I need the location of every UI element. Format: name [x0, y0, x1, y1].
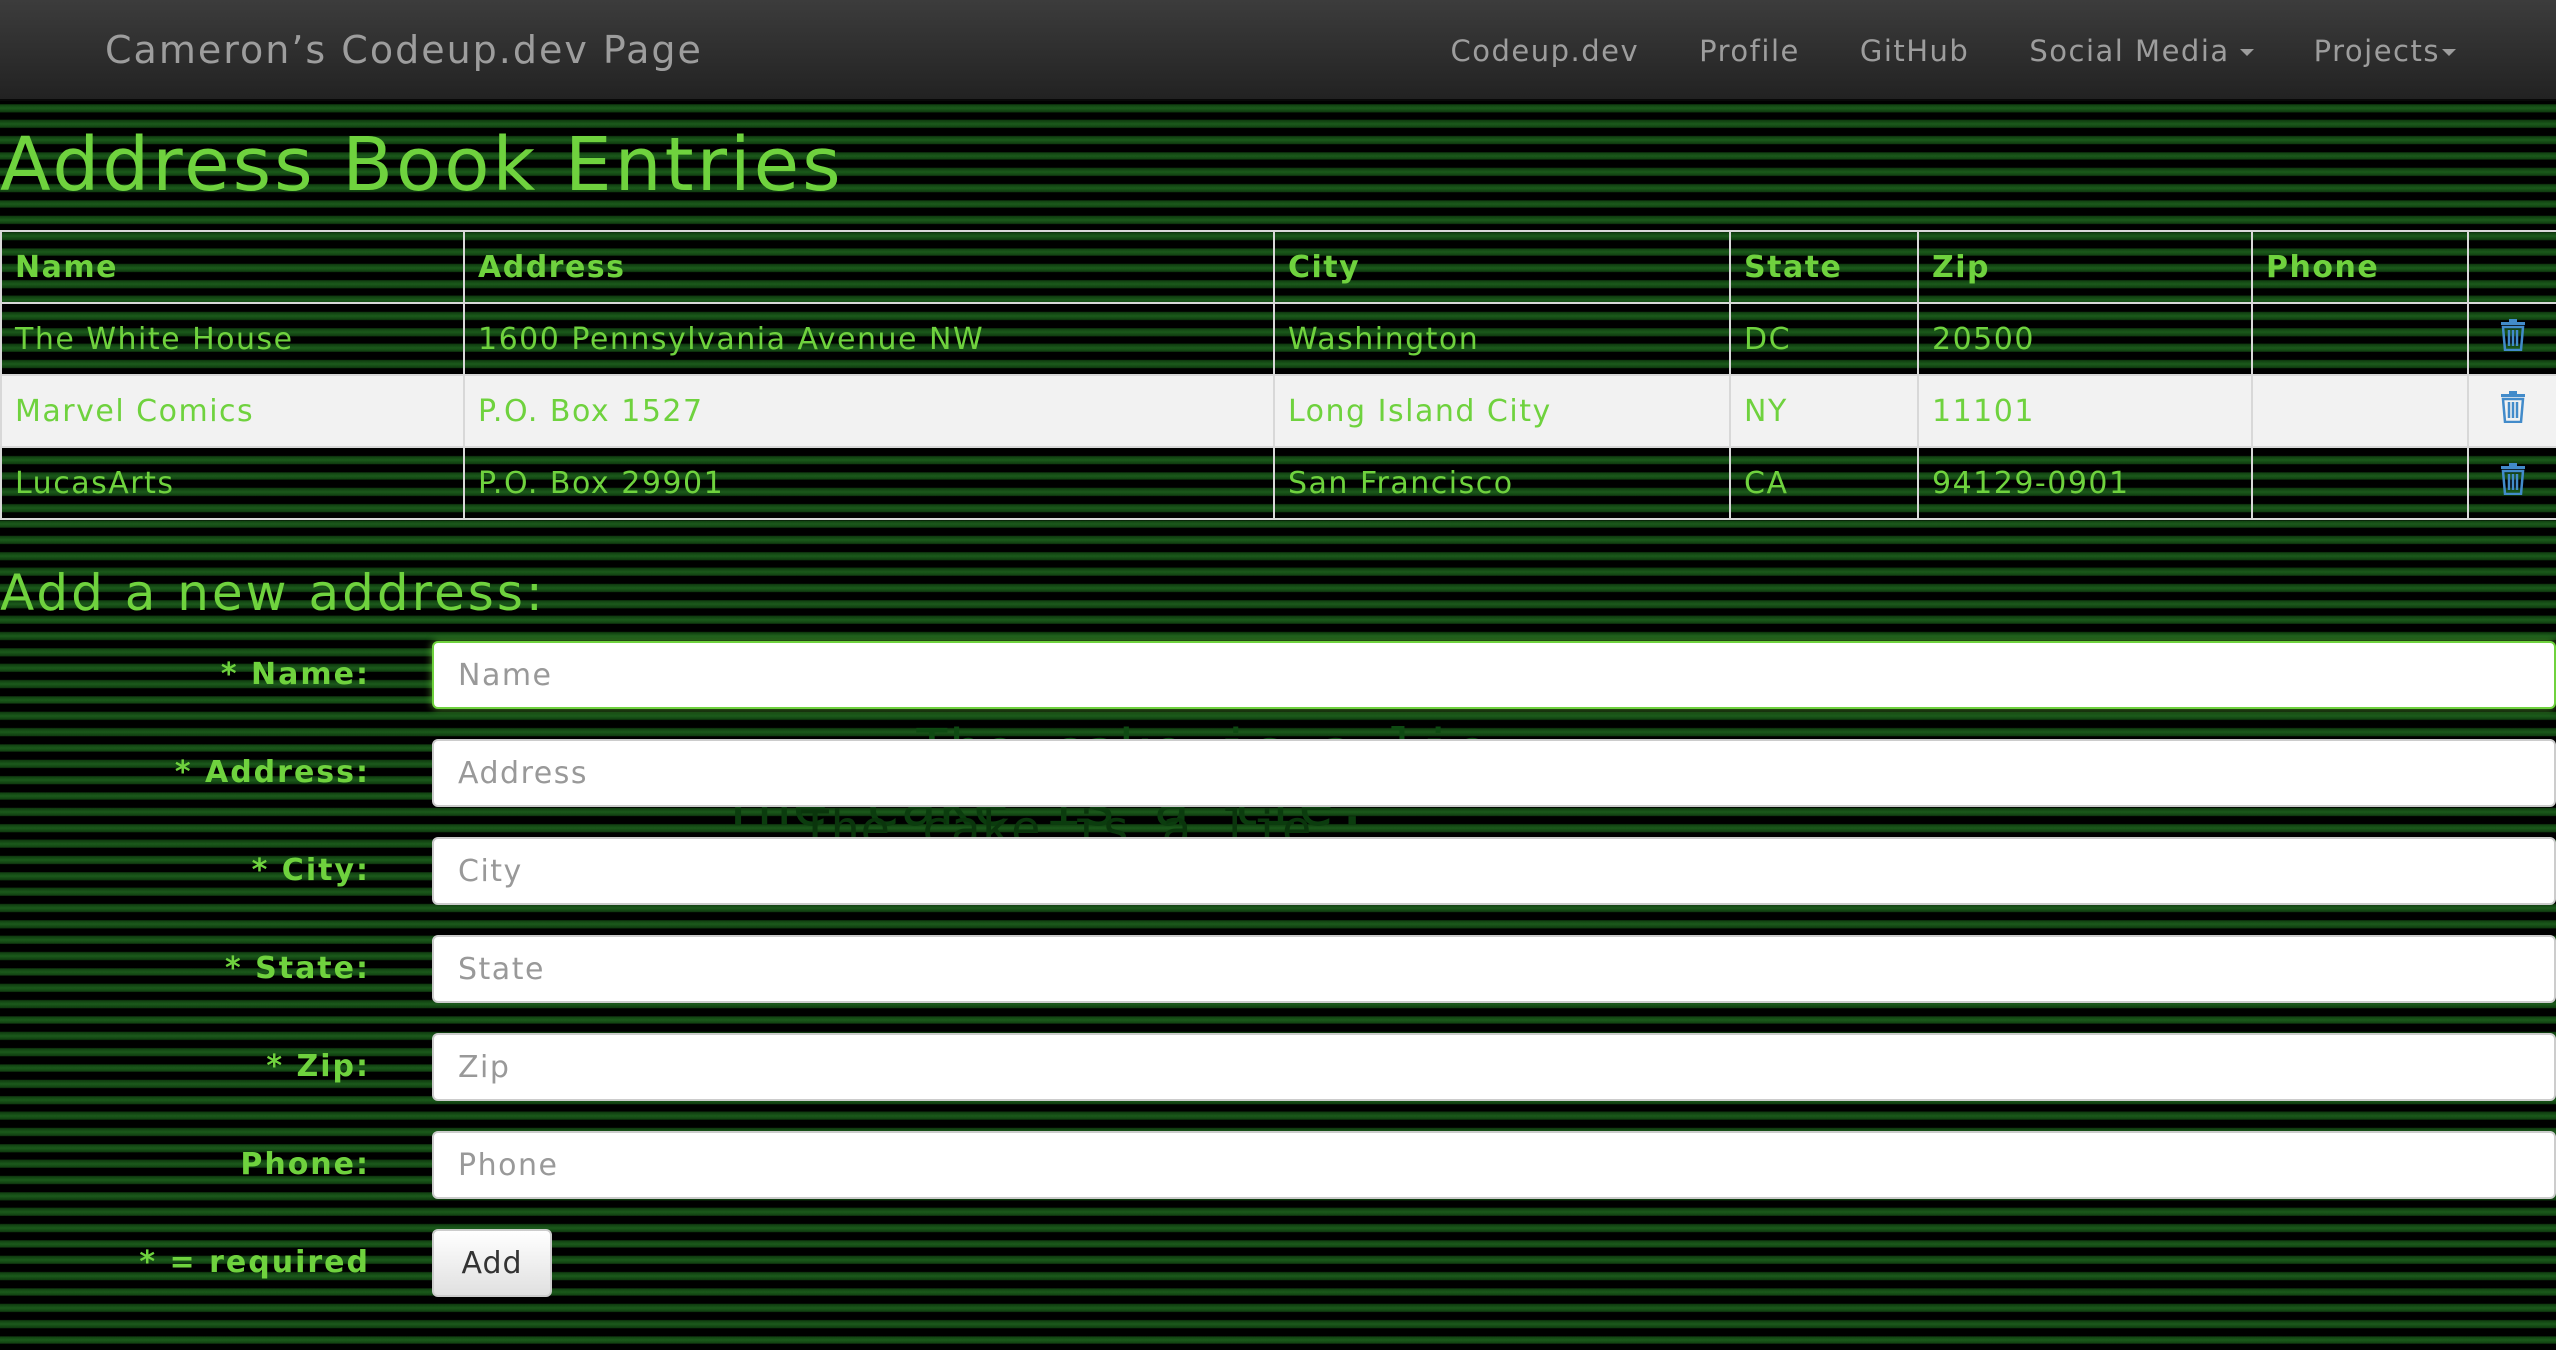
table-row: LucasArts P.O. Box 29901 San Francisco C…	[0, 446, 2556, 520]
column-header-address: Address	[463, 230, 1275, 304]
phone-label: Phone:	[240, 1147, 370, 1182]
cell-zip: 20500	[1917, 302, 2253, 376]
state-label: * State:	[224, 951, 370, 986]
trash-icon[interactable]	[2500, 319, 2526, 359]
form-row-phone: Phone:	[0, 1131, 2556, 1199]
caret-down-icon	[2442, 49, 2456, 56]
cell-delete	[2467, 302, 2556, 376]
form-row-submit: * = required Add	[0, 1229, 2556, 1297]
page-title: Address Book Entries	[0, 122, 844, 208]
cell-name: LucasArts	[0, 446, 465, 520]
city-label: * City:	[251, 853, 370, 888]
cell-city: Washington	[1273, 302, 1731, 376]
nav-dropdown-social-media[interactable]: Social Media	[2029, 33, 2254, 68]
navbar: Cameron’s Codeup.dev Page Codeup.dev Pro…	[0, 0, 2556, 101]
cell-address: 1600 Pennsylvania Avenue NW	[463, 302, 1275, 376]
cell-delete	[2467, 446, 2556, 520]
form-title: Add a new address:	[0, 564, 546, 622]
name-label: * Name:	[220, 657, 370, 692]
column-header-city: City	[1273, 230, 1731, 304]
cell-delete	[2467, 374, 2556, 448]
nav-link-codeup[interactable]: Codeup.dev	[1451, 34, 1640, 68]
cell-city: Long Island City	[1273, 374, 1731, 448]
column-header-phone: Phone	[2251, 230, 2469, 304]
zip-label: * Zip:	[266, 1049, 370, 1084]
cell-phone	[2251, 446, 2469, 520]
nav-dropdown-projects[interactable]: Projects	[2314, 34, 2456, 68]
cell-phone	[2251, 374, 2469, 448]
trash-icon[interactable]	[2500, 391, 2526, 431]
cell-address: P.O. Box 29901	[463, 446, 1275, 520]
cell-address: P.O. Box 1527	[463, 374, 1275, 448]
zip-input[interactable]	[432, 1033, 2556, 1101]
caret-down-icon	[2239, 49, 2254, 56]
nav-link-profile[interactable]: Profile	[1699, 34, 1800, 68]
cell-phone	[2251, 302, 2469, 376]
table-row: Marvel Comics P.O. Box 1527 Long Island …	[0, 374, 2556, 448]
table-header-row: Name Address City State Zip Phone	[0, 230, 2556, 304]
state-input[interactable]	[432, 935, 2556, 1003]
name-input[interactable]	[432, 641, 2556, 709]
form-row-address: * Address:	[0, 739, 2556, 807]
column-header-zip: Zip	[1917, 230, 2253, 304]
form-row-name: * Name:	[0, 641, 2556, 709]
nav-link-github[interactable]: GitHub	[1860, 34, 1970, 68]
add-button[interactable]: Add	[432, 1229, 552, 1297]
cell-zip: 11101	[1917, 374, 2253, 448]
phone-input[interactable]	[432, 1131, 2556, 1199]
navbar-brand[interactable]: Cameron’s Codeup.dev Page	[105, 28, 703, 72]
address-input[interactable]	[432, 739, 2556, 807]
form-row-city: * City:	[0, 837, 2556, 905]
form-row-zip: * Zip:	[0, 1033, 2556, 1101]
cell-name: The White House	[0, 302, 465, 376]
cell-name: Marvel Comics	[0, 374, 465, 448]
nav-dropdown-social-media-label: Social Media	[2029, 33, 2230, 68]
address-label: * Address:	[174, 755, 370, 790]
column-header-name: Name	[0, 230, 465, 304]
nav-dropdown-projects-label: Projects	[2313, 33, 2440, 68]
required-note: * = required	[139, 1245, 370, 1280]
cell-state: CA	[1729, 446, 1919, 520]
form-row-state: * State:	[0, 935, 2556, 1003]
city-input[interactable]	[432, 837, 2556, 905]
cell-state: DC	[1729, 302, 1919, 376]
column-header-state: State	[1729, 230, 1919, 304]
table-row: The White House 1600 Pennsylvania Avenue…	[0, 302, 2556, 376]
cell-city: San Francisco	[1273, 446, 1731, 520]
address-table: Name Address City State Zip Phone The Wh…	[0, 230, 2556, 520]
nav-links: Codeup.dev Profile GitHub Social Media P…	[1391, 0, 2456, 101]
cell-zip: 94129-0901	[1917, 446, 2253, 520]
column-header-actions	[2467, 230, 2556, 304]
trash-icon[interactable]	[2500, 463, 2526, 503]
cell-state: NY	[1729, 374, 1919, 448]
